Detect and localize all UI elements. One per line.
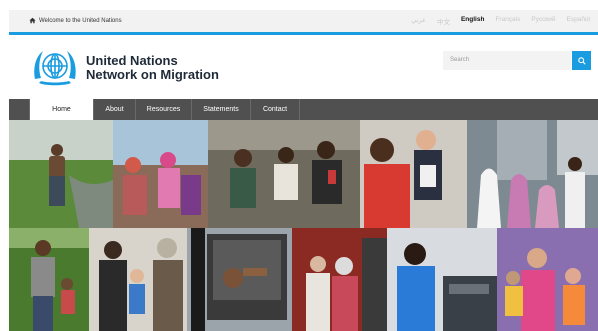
photo-tile-mother-daughter — [497, 228, 598, 331]
nav-contact[interactable]: Contact — [251, 99, 300, 120]
home-icon — [29, 17, 36, 24]
main-nav: Home About Resources Statements Contact — [9, 99, 598, 120]
un-emblem-icon[interactable] — [29, 45, 81, 89]
lang-arabic[interactable]: عربي — [411, 16, 426, 26]
site-title-line2: Network on Migration — [86, 67, 219, 82]
lang-english[interactable]: English — [461, 16, 484, 26]
site-header: United Nations Network on Migration Sear… — [9, 35, 598, 99]
lang-russian[interactable]: Русский — [531, 16, 555, 26]
search-button[interactable] — [572, 51, 591, 70]
top-utility-bar: Welcome to the United Nations عربي 中文 En… — [9, 10, 598, 32]
photo-tile-women-city — [467, 120, 598, 228]
search-icon — [577, 56, 586, 65]
nav-resources[interactable]: Resources — [136, 99, 192, 120]
page: Welcome to the United Nations عربي 中文 En… — [0, 0, 598, 331]
welcome-text: Welcome to the United Nations — [39, 17, 122, 24]
photo-mosaic — [9, 120, 598, 331]
photo-tile-father-child — [360, 120, 467, 228]
nav-home[interactable]: Home — [29, 99, 94, 120]
lang-spanish[interactable]: Español — [567, 16, 591, 26]
lang-chinese[interactable]: 中文 — [437, 16, 450, 26]
photo-tile-field-child — [9, 120, 113, 228]
nav-statements[interactable]: Statements — [192, 99, 251, 120]
photo-tile-family — [89, 228, 187, 331]
search-input[interactable]: Search — [443, 51, 571, 70]
photo-tile-truck-driver — [187, 228, 292, 331]
welcome-link[interactable]: Welcome to the United Nations — [29, 17, 122, 24]
lang-french[interactable]: Français — [495, 16, 520, 26]
site-title[interactable]: United Nations Network on Migration — [86, 54, 219, 82]
photo-tile-worker-machine — [387, 228, 497, 331]
site-title-line1: United Nations — [86, 53, 178, 68]
photo-tile-classroom — [208, 120, 360, 228]
photo-tile-elderly-couple — [292, 228, 387, 331]
language-switcher: عربي 中文 English Français Русский Español — [411, 16, 590, 26]
nav-about[interactable]: About — [94, 99, 136, 120]
photo-tile-farmer-child — [9, 228, 89, 331]
photo-tile-women-group — [113, 120, 208, 228]
